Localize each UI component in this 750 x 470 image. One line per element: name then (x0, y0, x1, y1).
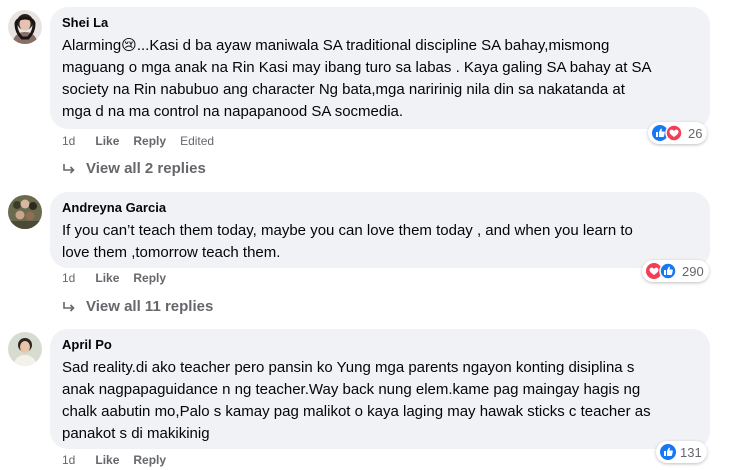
comment-line: chalk aabutin mo,Palo s kamay pag maliko… (62, 403, 651, 420)
like-button[interactable]: Like (95, 453, 119, 467)
comment-author[interactable]: Shei La (62, 14, 698, 31)
reply-arrow-icon (63, 163, 75, 174)
comment-line: panakot s di makikinig (62, 425, 210, 442)
comment-text: Alarming😢...Kasi d ba ayaw maniwala SA t… (62, 35, 698, 123)
view-replies-label: View all 11 replies (86, 298, 214, 315)
view-replies-link[interactable]: View all 2 replies (62, 160, 206, 177)
comment-author[interactable]: April Po (62, 336, 698, 353)
comment-line: Sad reality.di ako teacher pero pansin k… (62, 359, 635, 376)
reaction-summary[interactable]: 290 (642, 260, 709, 282)
reply-arrow-icon (63, 301, 75, 312)
like-reaction-icon (660, 444, 676, 460)
comment-author[interactable]: Andreyna Garcia (62, 199, 698, 216)
avatar-photo-icon (8, 10, 42, 44)
reaction-count: 290 (682, 263, 704, 279)
comment-line: love them ,tomorrow teach them. (62, 244, 281, 261)
comment-bubble: Andreyna Garcia If you can’t teach them … (50, 192, 710, 268)
comment-timestamp[interactable]: 1d (62, 453, 75, 467)
comment-actions: 1d Like Reply (62, 271, 180, 285)
comment-actions: 1d Like Reply Edited (62, 134, 214, 148)
like-button[interactable]: Like (95, 271, 119, 285)
reply-button[interactable]: Reply (133, 271, 166, 285)
edited-label: Edited (180, 134, 215, 148)
avatar-photo-icon (8, 195, 42, 229)
comment-timestamp[interactable]: 1d (62, 134, 75, 148)
avatar[interactable] (8, 332, 42, 366)
view-replies-link[interactable]: View all 11 replies (62, 298, 213, 315)
reaction-count: 131 (680, 444, 702, 460)
comment-text: Sad reality.di ako teacher pero pansin k… (62, 357, 698, 445)
comment-bubble: April Po Sad reality.di ako teacher pero… (50, 329, 710, 449)
avatar-photo-icon (8, 332, 42, 366)
reply-button[interactable]: Reply (133, 134, 166, 148)
comment-bubble: Shei La Alarming😢...Kasi d ba ayaw maniw… (50, 7, 710, 129)
comment-line: maguang o mga anak na Rin Kasi may ibang… (62, 59, 652, 76)
like-love-reactions-icon (652, 124, 683, 142)
reaction-summary[interactable]: 26 (648, 122, 708, 144)
reaction-count: 26 (688, 125, 703, 141)
comment-line: anak nagpapaguidance n ng teacher.Way ba… (62, 381, 641, 398)
avatar[interactable] (8, 195, 42, 229)
comment-timestamp[interactable]: 1d (62, 271, 75, 285)
comment-line: If you can’t teach them today, maybe you… (62, 222, 633, 239)
comment-line: Alarming😢...Kasi d ba ayaw maniwala SA t… (62, 37, 610, 54)
comment-line: mga d na ma control na napapanood SA soc… (62, 103, 404, 120)
avatar[interactable] (8, 10, 42, 44)
love-like-reactions-icon (646, 262, 677, 280)
comment-actions: 1d Like Reply (62, 453, 180, 467)
reaction-summary[interactable]: 131 (656, 441, 707, 463)
comment-line: society na Rin nabubuo ang character Ng … (62, 81, 625, 98)
comment-text: If you can’t teach them today, maybe you… (62, 220, 698, 264)
view-replies-label: View all 2 replies (86, 160, 206, 177)
reply-button[interactable]: Reply (133, 453, 166, 467)
like-button[interactable]: Like (95, 134, 119, 148)
